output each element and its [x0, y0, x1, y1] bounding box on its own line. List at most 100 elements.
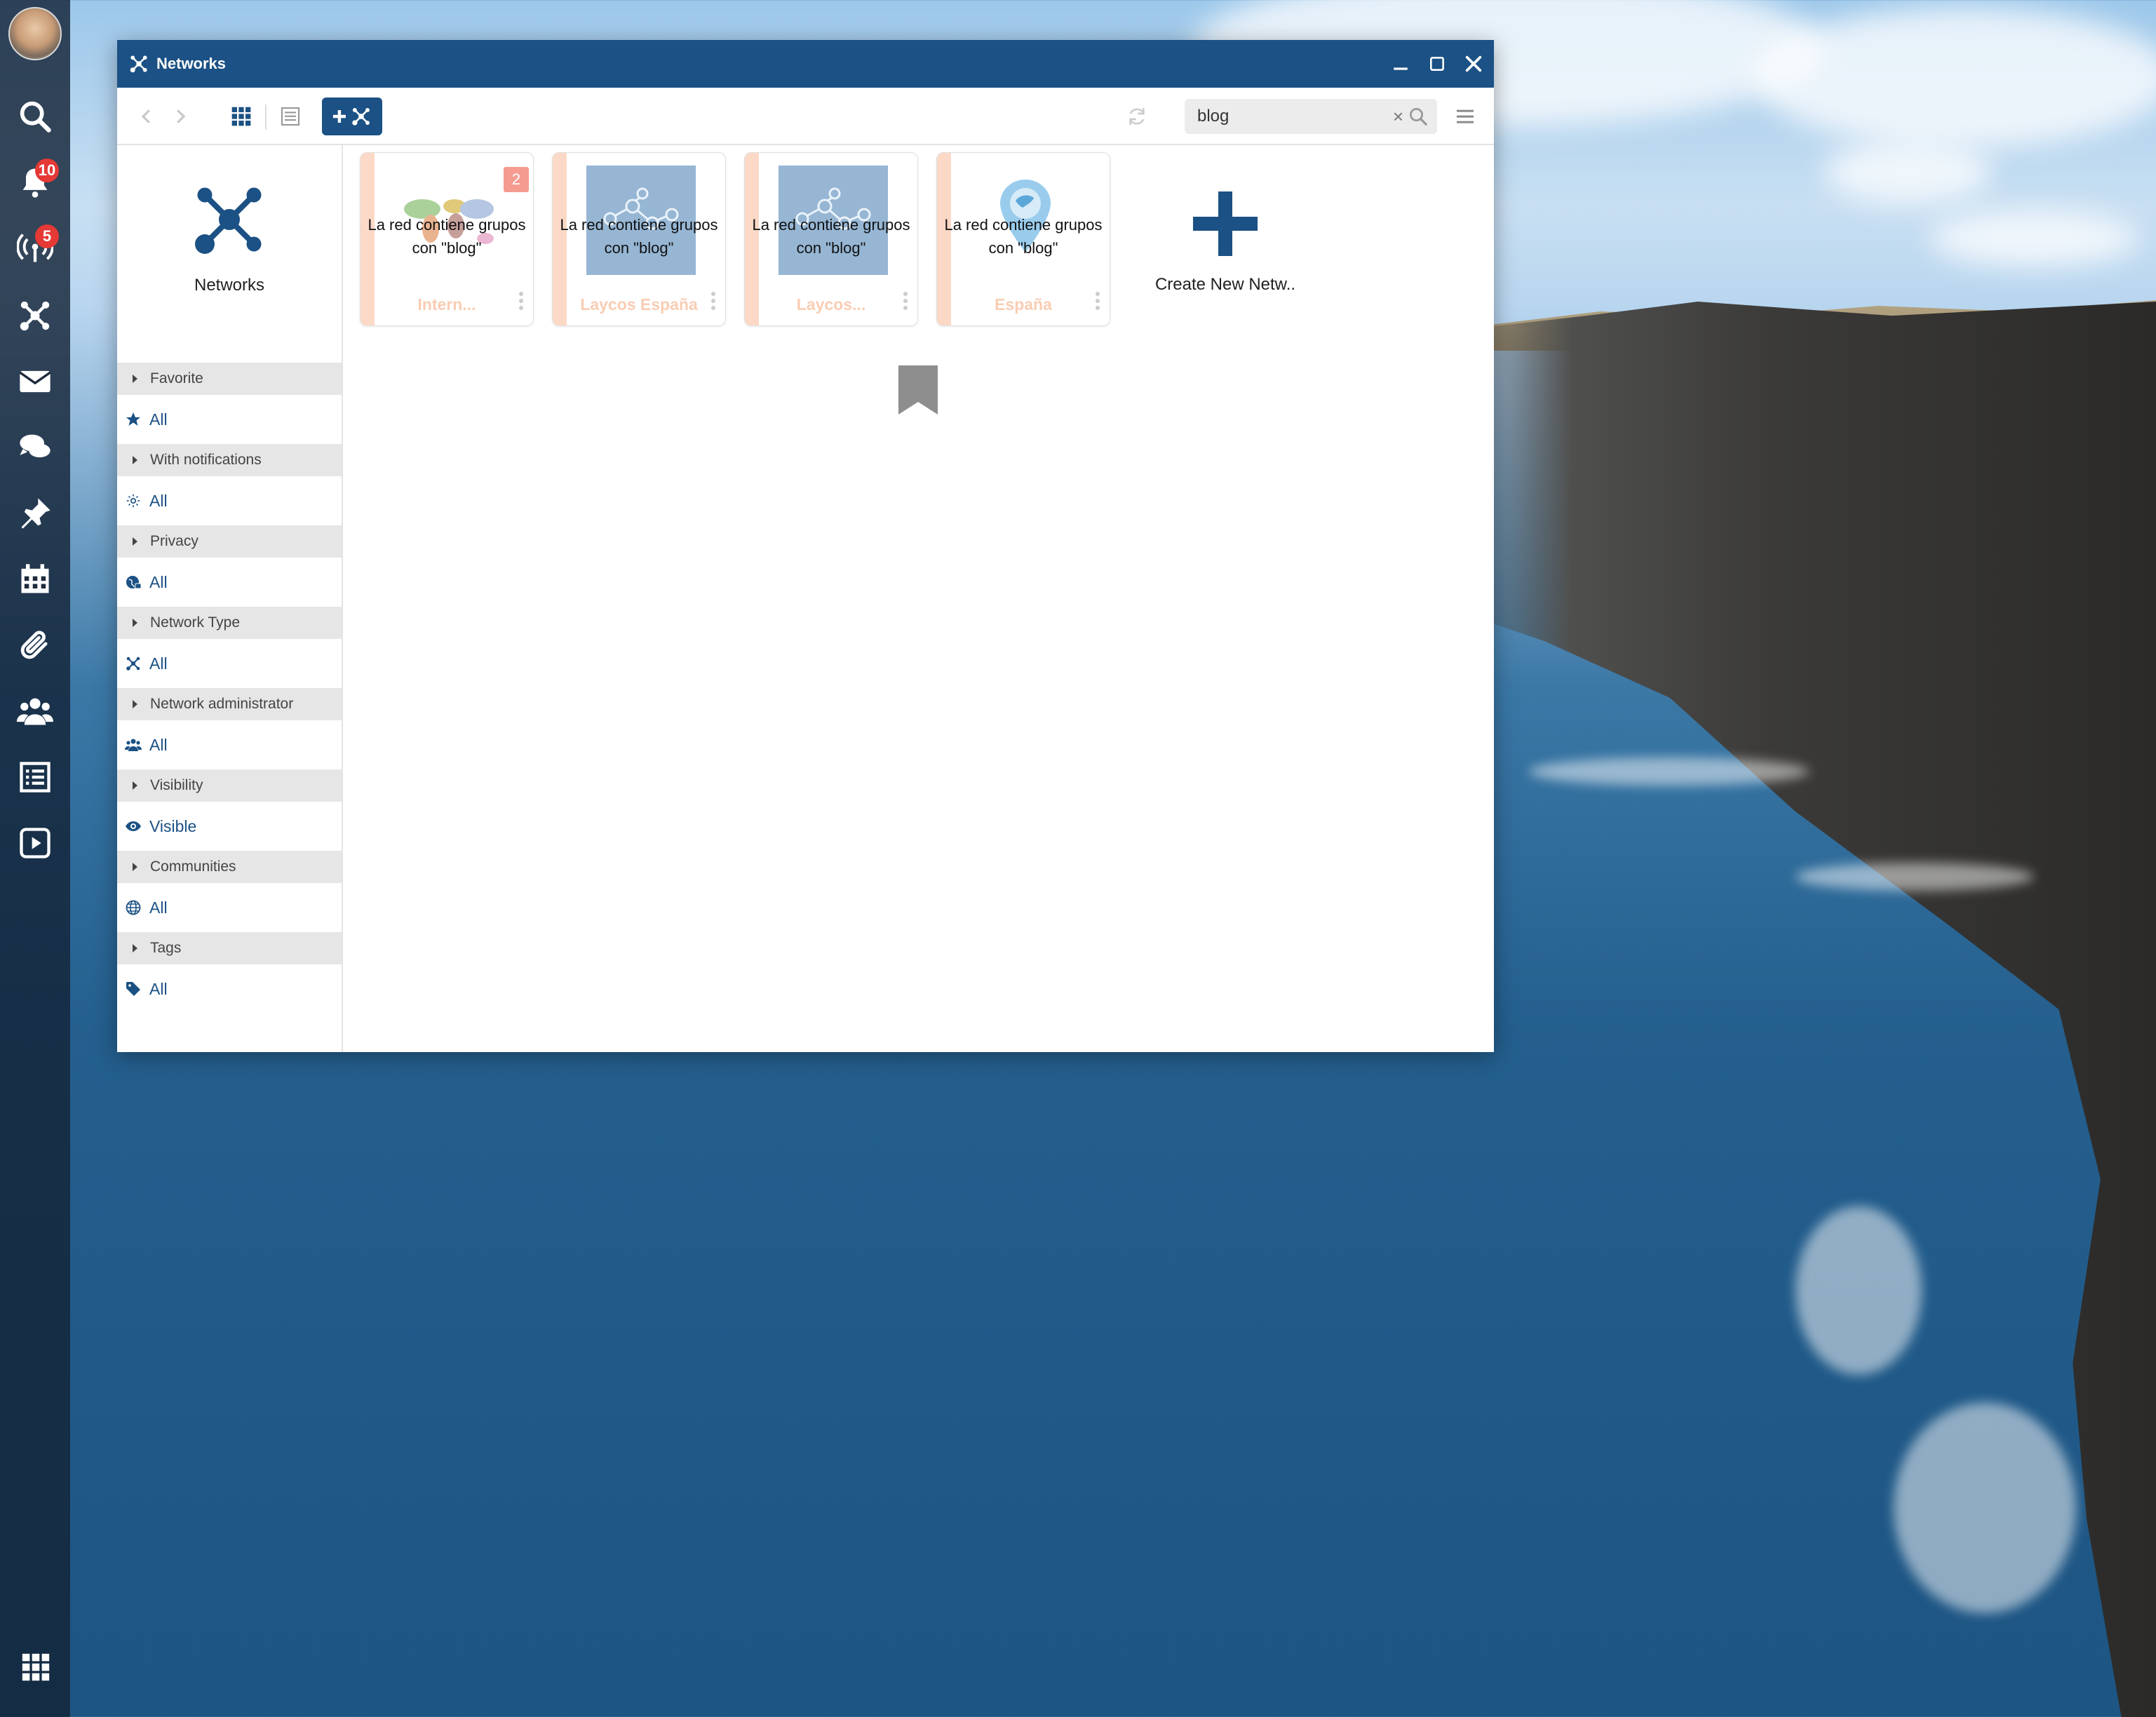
- toolbar-divider: [265, 105, 267, 130]
- notification-badge: 5: [35, 224, 59, 248]
- filter-value-label: All: [149, 410, 168, 429]
- maximize-button[interactable]: [1427, 53, 1448, 74]
- window-toolbar: ×: [117, 88, 1494, 145]
- filter-value-label: All: [149, 654, 168, 673]
- maximize-icon: [1430, 57, 1444, 71]
- filter-value-label: All: [149, 898, 168, 917]
- filter-favorite-value[interactable]: All: [117, 395, 342, 444]
- filter-visibility-value[interactable]: Visible: [117, 802, 342, 851]
- network-card[interactable]: La red contiene grupos con "blog" España: [936, 152, 1110, 326]
- filter-tags-header[interactable]: Tags: [117, 932, 342, 964]
- search-icon[interactable]: [1408, 106, 1429, 127]
- new-network-button[interactable]: [322, 97, 382, 135]
- filter-admin-header[interactable]: Network administrator: [117, 688, 342, 720]
- filter-tags-value[interactable]: All: [117, 964, 342, 1014]
- clear-search-button[interactable]: ×: [1393, 106, 1403, 128]
- app-dock: 10 5: [0, 0, 70, 1717]
- network-card[interactable]: La red contiene grupos con "blog" Laycos…: [552, 152, 726, 326]
- list-view-button[interactable]: [273, 97, 308, 135]
- apps-grid-icon[interactable]: [20, 1651, 52, 1683]
- list-icon: [281, 107, 300, 126]
- networks-window: Networks blog × Networks Favorite All Wi…: [117, 40, 1494, 1052]
- filter-label: Privacy: [150, 533, 198, 549]
- back-button[interactable]: [133, 97, 161, 135]
- filter-network-type-header[interactable]: Network Type: [117, 607, 342, 639]
- card-title: Laycos España: [580, 295, 698, 314]
- calendar-icon[interactable]: [14, 558, 56, 600]
- filter-communities-value[interactable]: All: [117, 883, 342, 932]
- filter-communities-header[interactable]: Communities: [117, 851, 342, 883]
- filter-label: Network administrator: [150, 696, 294, 712]
- network-card[interactable]: 2 La red contiene grupos con "blog" Inte…: [360, 152, 534, 326]
- notification-badge: 10: [35, 159, 59, 182]
- bookmark-icon[interactable]: [898, 365, 938, 418]
- card-description: La red contiene grupos con "blog": [368, 216, 526, 257]
- filter-privacy-value[interactable]: All: [117, 558, 342, 607]
- tag-icon: [124, 980, 142, 998]
- paperclip-icon[interactable]: [14, 624, 56, 666]
- card-count-badge: 2: [504, 167, 529, 192]
- card-description: La red contiene grupos con "blog": [560, 216, 718, 257]
- sun-icon: [124, 492, 142, 510]
- sidebar-title: Networks: [194, 276, 265, 295]
- filter-favorite-header[interactable]: Favorite: [117, 363, 342, 395]
- menu-button[interactable]: [1450, 97, 1481, 135]
- filter-visibility-header[interactable]: Visibility: [117, 769, 342, 802]
- add-network-icon: [332, 107, 370, 126]
- window-title: Networks: [156, 55, 227, 72]
- group-icon[interactable]: [14, 690, 56, 732]
- grid-view-button[interactable]: [224, 97, 259, 135]
- filter-admin-value[interactable]: All: [117, 720, 342, 769]
- list-icon[interactable]: [14, 756, 56, 798]
- play-icon[interactable]: [14, 822, 56, 864]
- user-avatar[interactable]: [8, 7, 62, 60]
- network-icon: [124, 654, 142, 673]
- filter-label: Favorite: [150, 370, 203, 386]
- filter-label: With notifications: [150, 452, 262, 468]
- refresh-button[interactable]: [1121, 97, 1152, 135]
- close-button[interactable]: [1463, 53, 1484, 74]
- window-titlebar[interactable]: Networks: [117, 40, 1494, 88]
- card-menu-icon[interactable]: [711, 292, 715, 310]
- plus-icon: [1136, 189, 1315, 262]
- search-input[interactable]: [1196, 106, 1374, 127]
- hamburger-icon: [1457, 109, 1474, 123]
- network-icon: [130, 55, 147, 73]
- minimize-button[interactable]: [1390, 53, 1411, 74]
- chevron-left-icon: [141, 109, 150, 123]
- mail-icon[interactable]: [14, 361, 56, 403]
- filter-label: Network Type: [150, 614, 240, 631]
- network-icon[interactable]: [14, 295, 56, 337]
- forward-button[interactable]: [166, 97, 194, 135]
- card-title: España: [995, 295, 1052, 314]
- eye-icon: [124, 817, 142, 835]
- filter-label: Tags: [150, 940, 182, 956]
- chevron-right-icon: [177, 109, 186, 123]
- globe-lock-icon: [124, 573, 142, 591]
- network-card[interactable]: La red contiene grupos con "blog" Laycos…: [744, 152, 918, 326]
- card-menu-icon[interactable]: [1096, 292, 1100, 310]
- create-network-card[interactable]: Create New Netw..: [1136, 152, 1315, 325]
- card-menu-icon[interactable]: [519, 292, 523, 310]
- chat-icon[interactable]: [14, 426, 56, 469]
- bell-icon[interactable]: 10: [14, 159, 59, 203]
- close-icon: [1465, 55, 1482, 72]
- filter-label: Visibility: [150, 777, 203, 793]
- filter-label: Communities: [150, 858, 236, 875]
- create-network-label: Create New Netw..: [1154, 275, 1296, 294]
- card-menu-icon[interactable]: [903, 292, 908, 310]
- filter-notifications-header[interactable]: With notifications: [117, 444, 342, 476]
- refresh-icon: [1129, 108, 1145, 125]
- card-description: La red contiene grupos con "blog": [944, 216, 1103, 257]
- filter-value-label: All: [149, 979, 168, 998]
- pin-icon[interactable]: [14, 492, 56, 534]
- search-icon[interactable]: [14, 95, 56, 137]
- network-grid: 2 La red contiene grupos con "blog" Inte…: [343, 145, 1494, 1052]
- search-field[interactable]: ×: [1185, 99, 1437, 134]
- filter-network-type-value[interactable]: All: [117, 639, 342, 688]
- filter-sidebar: Networks Favorite All With notifications…: [117, 145, 343, 1052]
- filter-value-label: All: [149, 572, 168, 591]
- filter-privacy-header[interactable]: Privacy: [117, 525, 342, 558]
- broadcast-icon[interactable]: 5: [14, 224, 59, 269]
- filter-notifications-value[interactable]: All: [117, 476, 342, 525]
